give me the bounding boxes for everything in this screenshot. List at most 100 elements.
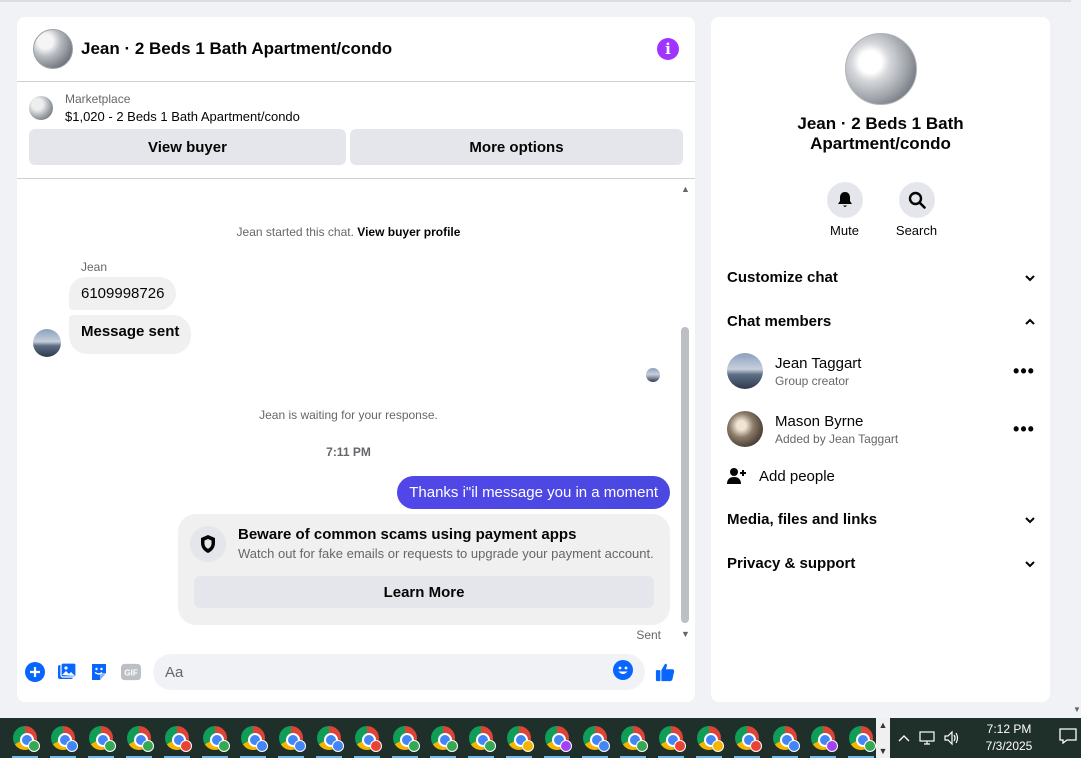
mute-action[interactable]: Mute: [826, 182, 864, 238]
chrome-app-icon[interactable]: [200, 718, 230, 758]
listing-avatar[interactable]: [33, 29, 73, 69]
chrome-app-icon[interactable]: [466, 718, 496, 758]
search-action[interactable]: Search: [896, 182, 937, 238]
sender-avatar[interactable]: [33, 329, 61, 357]
photo-icon[interactable]: [57, 662, 77, 682]
more-options-icon[interactable]: •••: [1012, 361, 1036, 382]
media-files-section[interactable]: Media, files and links: [727, 511, 1036, 528]
chrome-app-icon[interactable]: [276, 718, 306, 758]
profile-badge-icon: [294, 740, 306, 752]
profile-badge-icon: [332, 740, 344, 752]
more-options-icon[interactable]: •••: [1012, 419, 1036, 440]
chrome-app-icon[interactable]: [618, 718, 648, 758]
listing-text: Marketplace $1,020 - 2 Beds 1 Bath Apart…: [65, 92, 300, 124]
view-buyer-button[interactable]: View buyer: [29, 129, 346, 165]
volume-icon[interactable]: [941, 730, 963, 746]
profile-badge-icon: [826, 740, 838, 752]
chat-info-panel: Jean · 2 Beds 1 Bath Apartment/condo Mut…: [711, 17, 1050, 702]
chrome-app-icon[interactable]: [694, 718, 724, 758]
learn-more-button[interactable]: Learn More: [194, 576, 654, 608]
message-input[interactable]: Aa: [153, 654, 645, 690]
chrome-app-icon[interactable]: [124, 718, 154, 758]
info-icon[interactable]: i: [657, 38, 679, 60]
listing-buttons: View buyer More options: [29, 129, 683, 165]
profile-badge-icon: [408, 740, 420, 752]
chevron-down-icon[interactable]: ▼: [879, 746, 888, 756]
thumbs-up-icon[interactable]: [655, 662, 675, 682]
profile-badge-icon: [864, 740, 876, 752]
customize-chat-section[interactable]: Customize chat: [727, 269, 1036, 286]
chrome-app-icon[interactable]: [428, 718, 458, 758]
chrome-app-icon[interactable]: [846, 718, 876, 758]
message-list[interactable]: ▲ ▼ Jean started this chat. View buyer p…: [17, 179, 695, 646]
chevron-down-icon: [1025, 516, 1035, 523]
taskbar-scroll[interactable]: ▲ ▼: [876, 718, 890, 758]
member-role: Group creator: [775, 373, 850, 388]
notification-icon[interactable]: [1059, 727, 1077, 749]
chrome-app-icon[interactable]: [504, 718, 534, 758]
chrome-app-icon[interactable]: [162, 718, 192, 758]
conversation-avatar[interactable]: [845, 33, 917, 105]
profile-badge-icon: [142, 740, 154, 752]
profile-badge-icon: [218, 740, 230, 752]
listing-label: Marketplace: [65, 92, 131, 106]
chevron-up-icon[interactable]: ▲: [879, 720, 888, 730]
chat-members-label: Chat members: [727, 313, 832, 330]
chrome-app-icon[interactable]: [390, 718, 420, 758]
view-buyer-profile-link[interactable]: View buyer profile: [357, 225, 460, 239]
sticker-icon[interactable]: [89, 662, 109, 682]
more-options-button[interactable]: More options: [350, 129, 683, 165]
scroll-down-arrow-icon[interactable]: ▼: [681, 629, 690, 639]
incoming-message[interactable]: 6109998726: [69, 277, 177, 310]
chrome-app-icon[interactable]: [10, 718, 40, 758]
scrollbar-thumb[interactable]: [681, 327, 689, 623]
clock-date: 7/3/2025: [985, 739, 1033, 753]
add-people-button[interactable]: Add people: [727, 466, 835, 486]
chrome-app-icon[interactable]: [86, 718, 116, 758]
page-scrollbar[interactable]: ▼: [1071, 0, 1081, 718]
chevron-down-icon: [1025, 274, 1035, 281]
incoming-message[interactable]: Message sent: [69, 315, 192, 354]
add-person-icon: [727, 466, 747, 486]
chrome-app-icon[interactable]: [580, 718, 610, 758]
chrome-app-icon[interactable]: [238, 718, 268, 758]
chrome-app-icon[interactable]: [732, 718, 762, 758]
member-row[interactable]: Jean Taggart Group creator •••: [727, 353, 1036, 389]
privacy-support-section[interactable]: Privacy & support: [727, 555, 1036, 572]
emoji-icon[interactable]: [613, 659, 633, 685]
chat-panel: Jean · 2 Beds 1 Bath Apartment/condo i M…: [17, 17, 695, 702]
gif-icon[interactable]: GIF: [121, 662, 141, 682]
clock[interactable]: 7:12 PM 7/3/2025: [979, 721, 1039, 755]
member-text: Mason Byrne Added by Jean Taggart: [775, 413, 1012, 446]
bell-icon[interactable]: [826, 182, 863, 218]
chrome-app-icon[interactable]: [770, 718, 800, 758]
show-hidden-icons-icon[interactable]: [893, 734, 915, 742]
chrome-app-icon[interactable]: [542, 718, 572, 758]
system-tray: 7:12 PM 7/3/2025: [893, 718, 1077, 758]
avatar[interactable]: [727, 353, 763, 389]
chat-started-notice: Jean started this chat. View buyer profi…: [17, 225, 680, 239]
network-icon[interactable]: [917, 730, 939, 746]
avatar[interactable]: [727, 411, 763, 447]
chrome-app-icon[interactable]: [808, 718, 838, 758]
member-text: Jean Taggart Group creator: [775, 355, 1012, 388]
message-scrollbar[interactable]: ▲ ▼: [680, 184, 690, 639]
scroll-down-arrow-icon[interactable]: ▼: [1073, 705, 1081, 714]
chrome-app-icon[interactable]: [48, 718, 78, 758]
chat-members-section[interactable]: Chat members: [727, 313, 1036, 330]
message-input-placeholder: Aa: [165, 663, 184, 681]
search-icon[interactable]: [898, 182, 935, 218]
plus-icon[interactable]: [25, 662, 45, 682]
chrome-app-icon[interactable]: [314, 718, 344, 758]
sender-name: Jean: [81, 260, 108, 274]
outgoing-message[interactable]: Thanks i"il message you in a moment: [397, 476, 670, 509]
profile-badge-icon: [674, 740, 686, 752]
chrome-app-icon[interactable]: [352, 718, 382, 758]
profile-badge-icon: [446, 740, 458, 752]
member-row[interactable]: Mason Byrne Added by Jean Taggart •••: [727, 411, 1036, 447]
chat-title[interactable]: Jean · 2 Beds 1 Bath Apartment/condo: [81, 39, 657, 59]
scroll-up-arrow-icon[interactable]: ▲: [681, 184, 690, 194]
chrome-app-icon[interactable]: [656, 718, 686, 758]
svg-text:GIF: GIF: [124, 669, 138, 678]
listing-row[interactable]: Marketplace $1,020 - 2 Beds 1 Bath Apart…: [29, 92, 683, 124]
